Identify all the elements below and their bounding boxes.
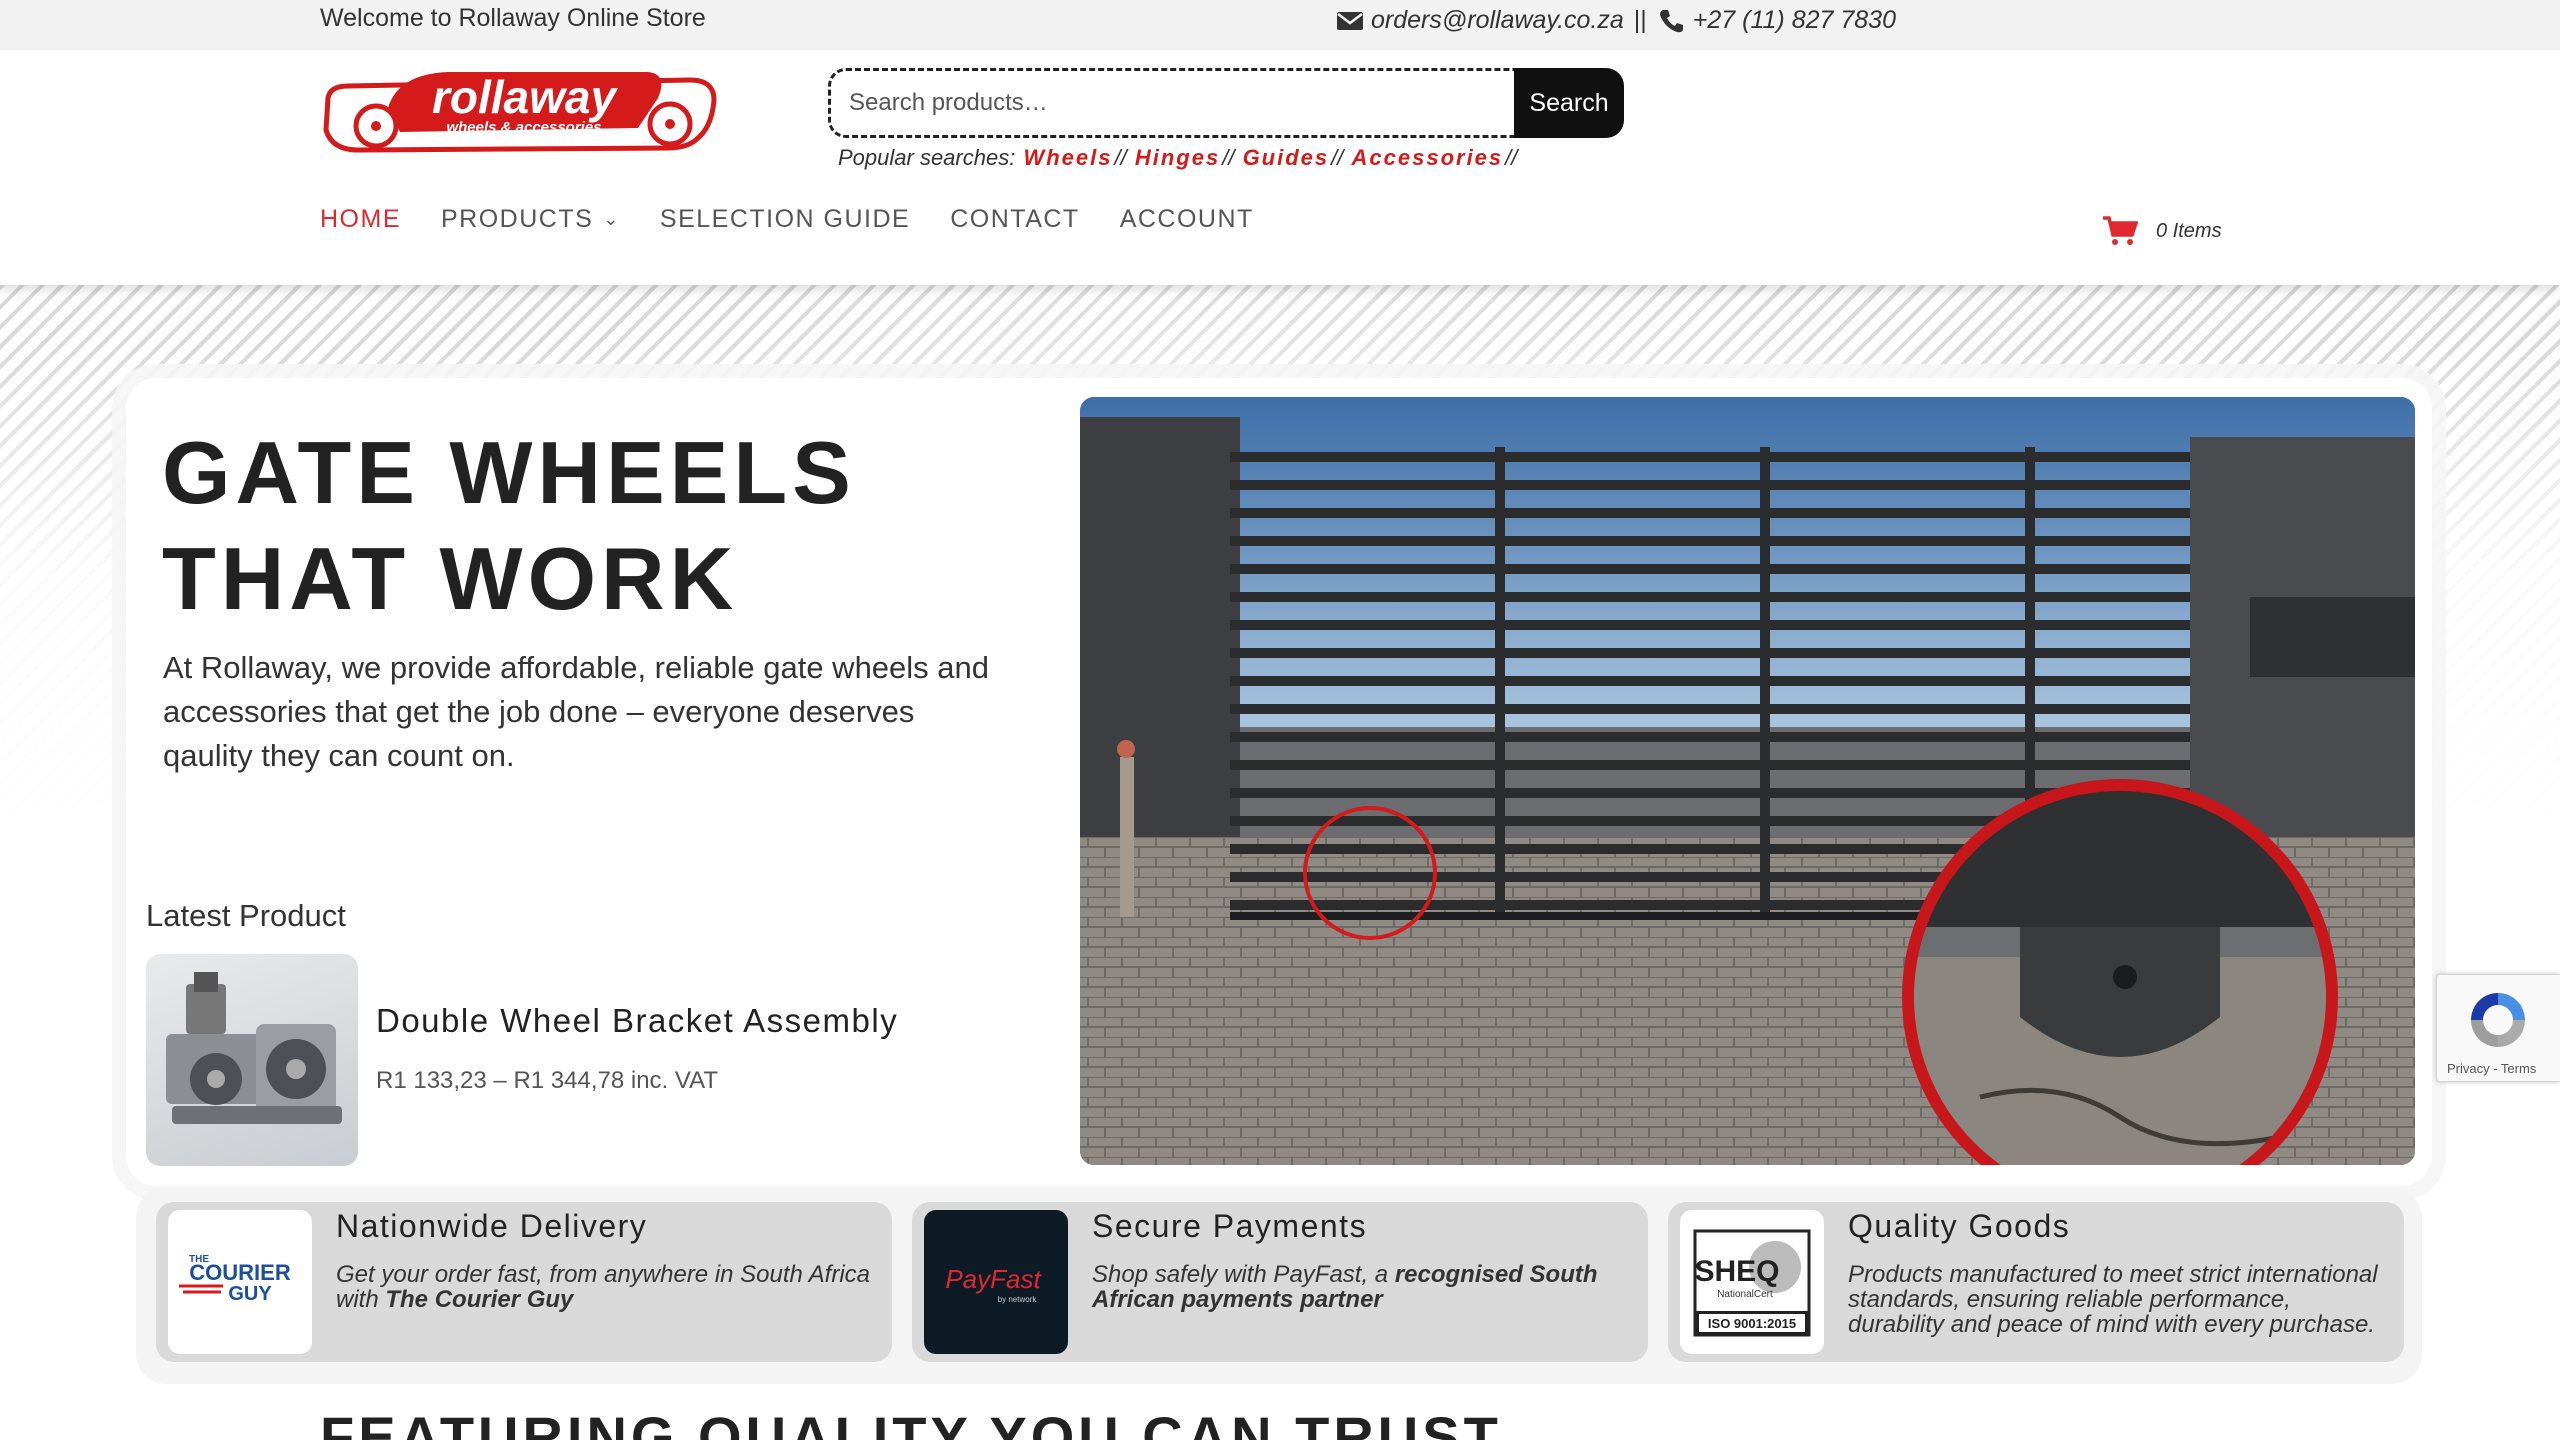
- popular-link-hinges[interactable]: Hinges: [1135, 145, 1220, 170]
- main-nav: HOME PRODUCTS ⌄ SELECTION GUIDE CONTACT A…: [320, 205, 1254, 234]
- feature-text: Get your order fast, from anywhere in So…: [336, 1262, 876, 1312]
- recaptcha-links[interactable]: Privacy - Terms: [2447, 1061, 2536, 1076]
- hero-title-line1: GATE WHEELS: [162, 423, 856, 522]
- latest-product-name[interactable]: Double Wheel Bracket Assembly: [376, 1002, 898, 1040]
- envelope-icon: [1337, 11, 1363, 30]
- feature-nationwide-delivery: THE COURIER GUY Nationwide Delivery Get …: [156, 1202, 892, 1362]
- popular-sep: //: [1222, 145, 1235, 170]
- sheq-logo: SHEQ NationalCert ISO 9001:2015: [1680, 1210, 1824, 1354]
- sheq-logo-sub: NationalCert: [1717, 1289, 1773, 1300]
- courier-logo-text2: GUY: [228, 1283, 272, 1305]
- phone-link[interactable]: +27 (11) 827 7830: [1693, 6, 1896, 35]
- nav-selection-guide[interactable]: SELECTION GUIDE: [660, 205, 910, 234]
- top-bar: Welcome to Rollaway Online Store orders@…: [0, 0, 2560, 50]
- nav-products-label: PRODUCTS: [441, 205, 594, 233]
- contact-info: orders@rollaway.co.za || +27 (11) 827 78…: [1335, 6, 1896, 35]
- popular-sep: //: [1331, 145, 1344, 170]
- email-link[interactable]: orders@rollaway.co.za: [1371, 6, 1624, 35]
- contact-separator: ||: [1633, 6, 1647, 34]
- feature-quality-goods: SHEQ NationalCert ISO 9001:2015 Quality …: [1668, 1202, 2404, 1362]
- latest-product-price: R1 133,23 – R1 344,78 inc. VAT: [376, 1067, 718, 1094]
- latest-product-label: Latest Product: [146, 898, 346, 933]
- popular-link-guides[interactable]: Guides: [1243, 145, 1330, 170]
- recaptcha-badge[interactable]: Privacy - Terms: [2436, 974, 2560, 1082]
- popular-sep: //: [1114, 145, 1127, 170]
- cart-icon: [2103, 216, 2138, 245]
- hero-title: GATE WHEELS THAT WORK: [162, 420, 856, 632]
- feature-text: Shop safely with PayFast, a recognised S…: [1092, 1262, 1632, 1312]
- welcome-text: Welcome to Rollaway Online Store: [320, 4, 706, 32]
- hero-title-line2: THAT WORK: [162, 529, 739, 628]
- payfast-logo: PayFast by network: [924, 1210, 1068, 1354]
- hero-description: At Rollaway, we provide affordable, reli…: [163, 650, 990, 773]
- popular-sep: //: [1505, 145, 1518, 170]
- popular-label: Popular searches:: [838, 145, 1016, 170]
- cart-button[interactable]: 0 Items: [2102, 215, 2222, 247]
- bracket-image: [166, 972, 342, 1124]
- payfast-logo-sub: by network: [998, 1295, 1038, 1304]
- nav-account[interactable]: ACCOUNT: [1120, 205, 1254, 234]
- search-bar: Search: [828, 68, 1626, 138]
- rollaway-logo[interactable]: rollaway wheels & accessories: [318, 68, 720, 160]
- logo-tagline: wheels & accessories: [446, 119, 601, 136]
- feature-text: Products manufactured to meet strict int…: [1848, 1262, 2388, 1337]
- popular-link-wheels[interactable]: Wheels: [1023, 145, 1112, 170]
- feature-title: Nationwide Delivery: [336, 1208, 648, 1244]
- site-header: rollaway wheels & accessories Search Pop…: [0, 50, 2560, 285]
- cart-count: 0 Items: [2156, 219, 2222, 242]
- feature-text-bold: The Courier Guy: [385, 1286, 574, 1313]
- popular-searches: Popular searches: Wheels// Hinges// Guid…: [838, 145, 1517, 171]
- search-button[interactable]: Search: [1514, 68, 1624, 138]
- courier-logo-text: COURIER: [189, 1260, 291, 1285]
- sheq-logo-text: SHEQ: [1694, 1255, 1779, 1288]
- sheq-logo-iso: ISO 9001:2015: [1708, 1316, 1796, 1331]
- chevron-down-icon: ⌄: [603, 209, 620, 229]
- feature-title: Secure Payments: [1092, 1208, 1368, 1244]
- feature-text-plain: Shop safely with PayFast, a: [1092, 1261, 1395, 1288]
- search-input[interactable]: [828, 68, 1516, 138]
- nav-home[interactable]: HOME: [320, 205, 401, 234]
- payfast-logo-text: PayFast: [945, 1264, 1042, 1294]
- hero-gate-image: [1080, 397, 2415, 1165]
- feature-secure-payments: PayFast by network Secure Payments Shop …: [912, 1202, 1648, 1362]
- nav-products[interactable]: PRODUCTS ⌄: [441, 205, 620, 234]
- recaptcha-icon: [2471, 993, 2525, 1047]
- popular-link-accessories[interactable]: Accessories: [1352, 145, 1504, 170]
- section-heading: FEATURING QUALITY YOU CAN TRUST: [320, 1405, 1502, 1440]
- logo-wordmark: rollaway: [432, 71, 619, 123]
- feature-title: Quality Goods: [1848, 1208, 2071, 1244]
- product-thumbnail[interactable]: [146, 954, 358, 1166]
- nav-contact[interactable]: CONTACT: [950, 205, 1079, 234]
- courier-guy-logo: THE COURIER GUY: [168, 1210, 312, 1354]
- phone-icon: [1659, 9, 1683, 32]
- feature-text-plain: Products manufactured to meet strict int…: [1848, 1261, 2378, 1338]
